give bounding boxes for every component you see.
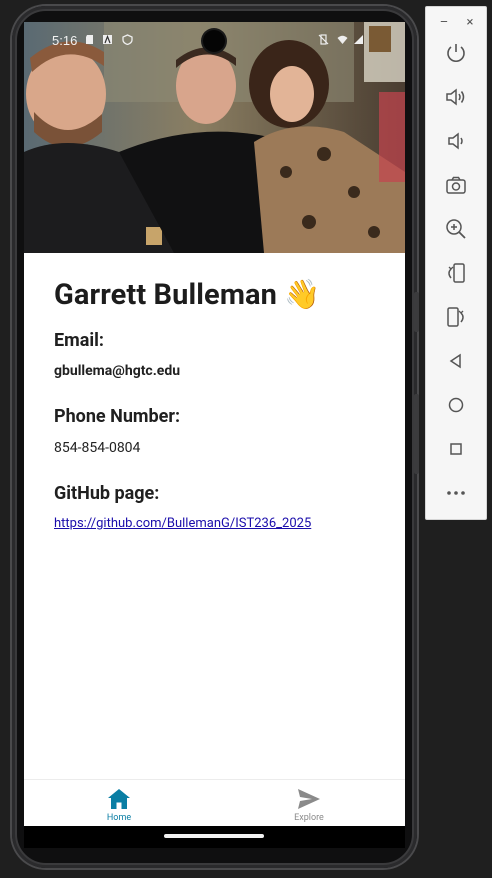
- github-label: GitHub page:: [54, 483, 160, 504]
- emulator-toolbar: – ×: [425, 6, 487, 520]
- more-button[interactable]: [444, 481, 468, 505]
- phone-label: Phone Number:: [54, 406, 181, 427]
- rotate-right-icon: [447, 307, 464, 327]
- volume-up-icon: [446, 88, 465, 106]
- rotate-right-button[interactable]: [444, 305, 468, 329]
- email-value: gbullema@hgtc.edu: [54, 363, 181, 379]
- zoom-button[interactable]: [444, 217, 468, 241]
- overview-icon: [450, 443, 462, 455]
- status-time: 5:16: [52, 33, 78, 48]
- bottom-tab-bar: Home Explore: [24, 779, 405, 826]
- signal-icon: [354, 35, 363, 44]
- phone-value: 854-854-0804: [54, 440, 141, 456]
- wifi-icon: [337, 35, 348, 44]
- profile-photo: 5:16: [24, 22, 405, 253]
- rotate-left-button[interactable]: [444, 261, 468, 285]
- device-screen: 5:16 Garrett Bulleman 👋 Email: gbullema@…: [24, 22, 405, 848]
- vibrate-off-icon: [318, 34, 329, 45]
- minimize-icon[interactable]: –: [436, 15, 452, 30]
- github-link[interactable]: https://github.com/BullemanG/IST236_2025: [54, 516, 311, 531]
- group-photo-illustration: [24, 22, 405, 253]
- send-icon: [298, 789, 320, 809]
- phone-power-button: [414, 292, 419, 332]
- gesture-handle[interactable]: [164, 834, 264, 838]
- profile-name-heading: Garrett Bulleman 👋: [54, 278, 321, 312]
- tab-home[interactable]: Home: [24, 780, 214, 827]
- overview-button[interactable]: [444, 437, 468, 461]
- font-a-icon: [103, 34, 112, 44]
- power-button[interactable]: [444, 41, 468, 65]
- volume-down-icon: [448, 132, 463, 150]
- home-button[interactable]: [444, 393, 468, 417]
- home-circle-icon: [448, 397, 464, 413]
- phone-volume-button: [414, 394, 419, 474]
- tab-explore[interactable]: Explore: [214, 780, 404, 827]
- profile-name: Garrett Bulleman: [54, 278, 278, 312]
- sd-card-icon: [86, 35, 93, 44]
- power-icon: [447, 44, 465, 62]
- screenshot-button[interactable]: [444, 173, 468, 197]
- volume-down-button[interactable]: [444, 129, 468, 153]
- back-icon: [449, 353, 461, 369]
- tab-explore-label: Explore: [294, 813, 324, 823]
- shield-icon: [122, 34, 133, 45]
- email-label: Email:: [54, 330, 104, 351]
- front-camera: [203, 30, 225, 52]
- volume-up-button[interactable]: [444, 85, 468, 109]
- more-icon: [447, 491, 465, 495]
- back-button[interactable]: [444, 349, 468, 373]
- camera-icon: [446, 176, 466, 194]
- close-icon[interactable]: ×: [462, 15, 478, 30]
- zoom-icon: [446, 219, 466, 239]
- system-nav-bar: [24, 826, 405, 848]
- rotate-left-icon: [448, 263, 465, 283]
- home-icon: [108, 789, 130, 809]
- tab-home-label: Home: [106, 813, 132, 823]
- wave-emoji: 👋: [284, 278, 321, 312]
